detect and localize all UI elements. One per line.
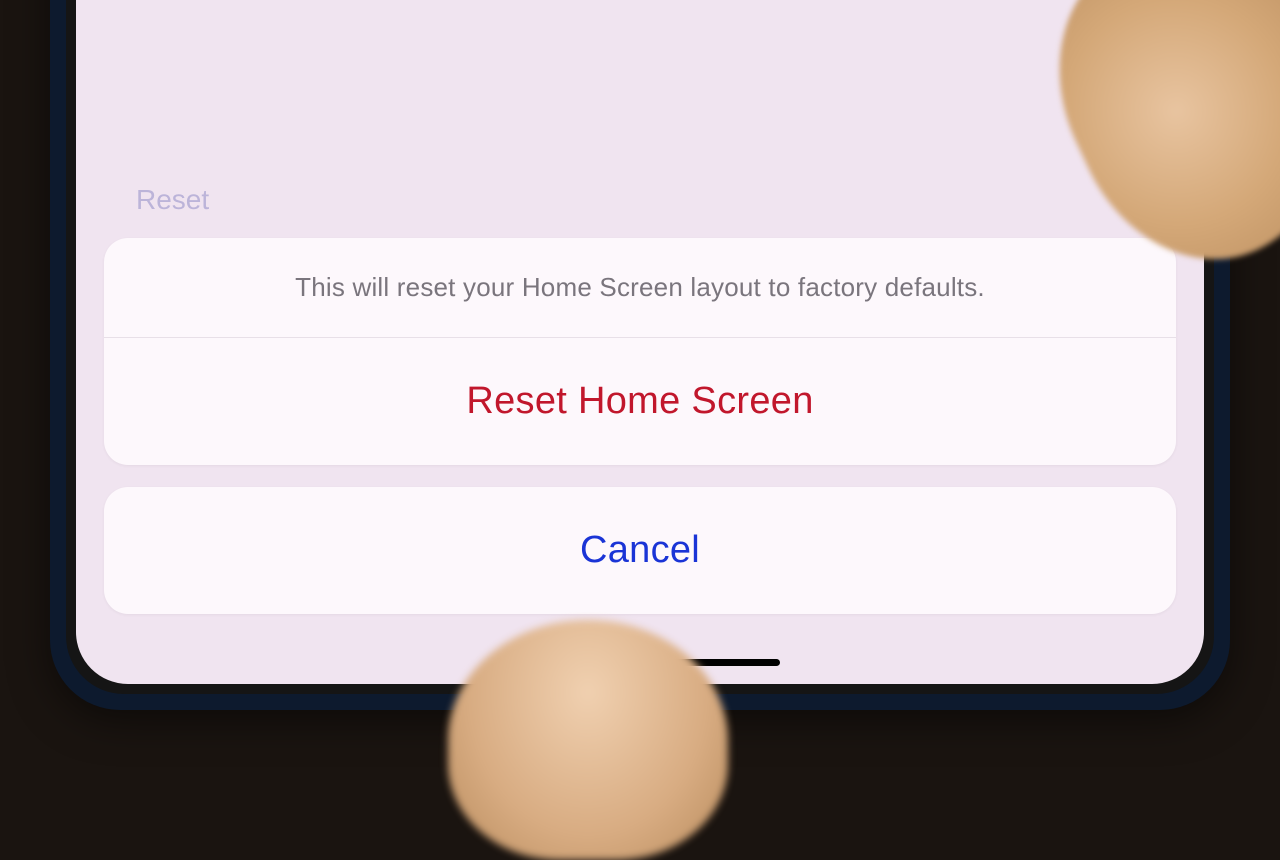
background-menu-text: Reset — [136, 184, 209, 216]
phone-bezel: Reset This will reset your Home Screen l… — [66, 0, 1214, 694]
reset-home-screen-button[interactable]: Reset Home Screen — [104, 338, 1176, 465]
cancel-button[interactable]: Cancel — [104, 487, 1176, 614]
phone-frame: Reset This will reset your Home Screen l… — [50, 0, 1230, 710]
action-sheet-cancel-group: Cancel — [104, 487, 1176, 614]
phone-screen: Reset This will reset your Home Screen l… — [76, 0, 1204, 684]
action-sheet-main-group: This will reset your Home Screen layout … — [104, 238, 1176, 465]
action-sheet: This will reset your Home Screen layout … — [104, 238, 1176, 614]
hand-thumb — [448, 620, 728, 860]
action-sheet-message: This will reset your Home Screen layout … — [104, 238, 1176, 338]
